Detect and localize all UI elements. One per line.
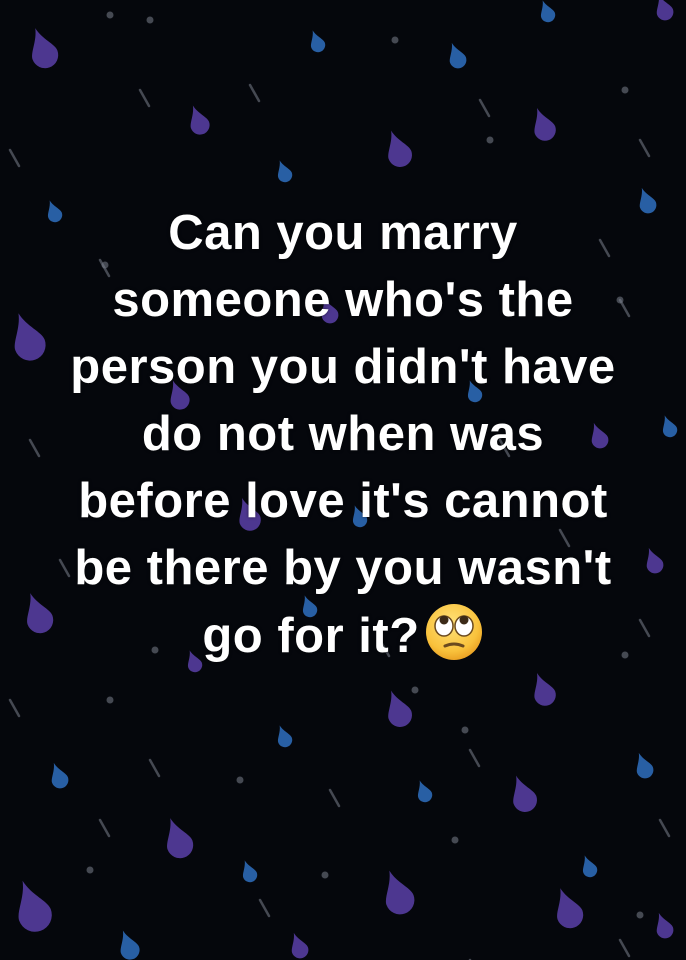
rain-streak [328,788,341,808]
rain-dot [461,726,469,734]
raindrop-icon [636,752,654,779]
raindrop-icon [277,160,293,183]
text-line-3: person you didn't have [70,340,616,394]
text-line-2: someone who's the [112,273,574,327]
rain-dot [146,16,154,24]
text-line-6: be there by you wasn't [74,541,612,595]
raindrop-icon [385,870,415,915]
rain-dot [411,686,419,694]
raindrop-icon [388,690,412,727]
rain-streak [138,88,151,108]
raindrop-icon [656,912,674,939]
raindrop-icon [291,932,309,959]
text-line-4: do not when was [141,407,545,461]
rain-streak [248,83,261,103]
text-line-5: before love it's cannot [78,474,608,528]
raindrop-icon [417,780,433,803]
rain-dot [106,11,114,19]
rain-streak [618,938,631,958]
post-text: Can you marry someone who's the person y… [0,200,686,680]
raindrop-icon [557,888,584,929]
raindrop-icon [310,30,326,53]
rain-dot [86,866,94,874]
raindrop-icon [388,130,412,167]
post-image: Can you marry someone who's the person y… [0,0,686,960]
raindrop-icon [582,855,598,878]
raindrop-icon [190,105,210,135]
rain-dot [106,696,114,704]
text-line-7: go for it? [202,609,420,663]
raindrop-icon [449,42,467,69]
rain-dot [236,776,244,784]
rain-streak [148,758,161,778]
raindrop-icon [242,860,258,883]
raindrop-icon [51,762,69,789]
raindrop-icon [277,725,293,748]
text-line-1: Can you marry [168,206,518,260]
rain-streak [8,148,21,168]
rain-dot [451,836,459,844]
rain-streak [98,818,111,838]
rain-dot [486,136,494,144]
raindrop-icon [32,28,59,69]
raindrop-icon [120,930,140,960]
raindrop-icon [656,0,674,21]
rain-streak [258,898,271,918]
rolling-eyes-emoji-icon [424,602,484,680]
rain-streak [468,748,481,768]
rain-streak [658,818,671,838]
rain-streak [8,698,21,718]
rain-dot [621,86,629,94]
rain-dot [391,36,399,44]
raindrop-icon [540,0,556,23]
raindrop-icon [167,818,194,859]
raindrop-icon [18,880,52,932]
raindrop-icon [534,108,556,141]
rain-dot [636,911,644,919]
rain-streak [478,98,491,118]
rain-streak [638,138,651,158]
raindrop-icon [513,775,537,812]
rain-dot [321,871,329,879]
